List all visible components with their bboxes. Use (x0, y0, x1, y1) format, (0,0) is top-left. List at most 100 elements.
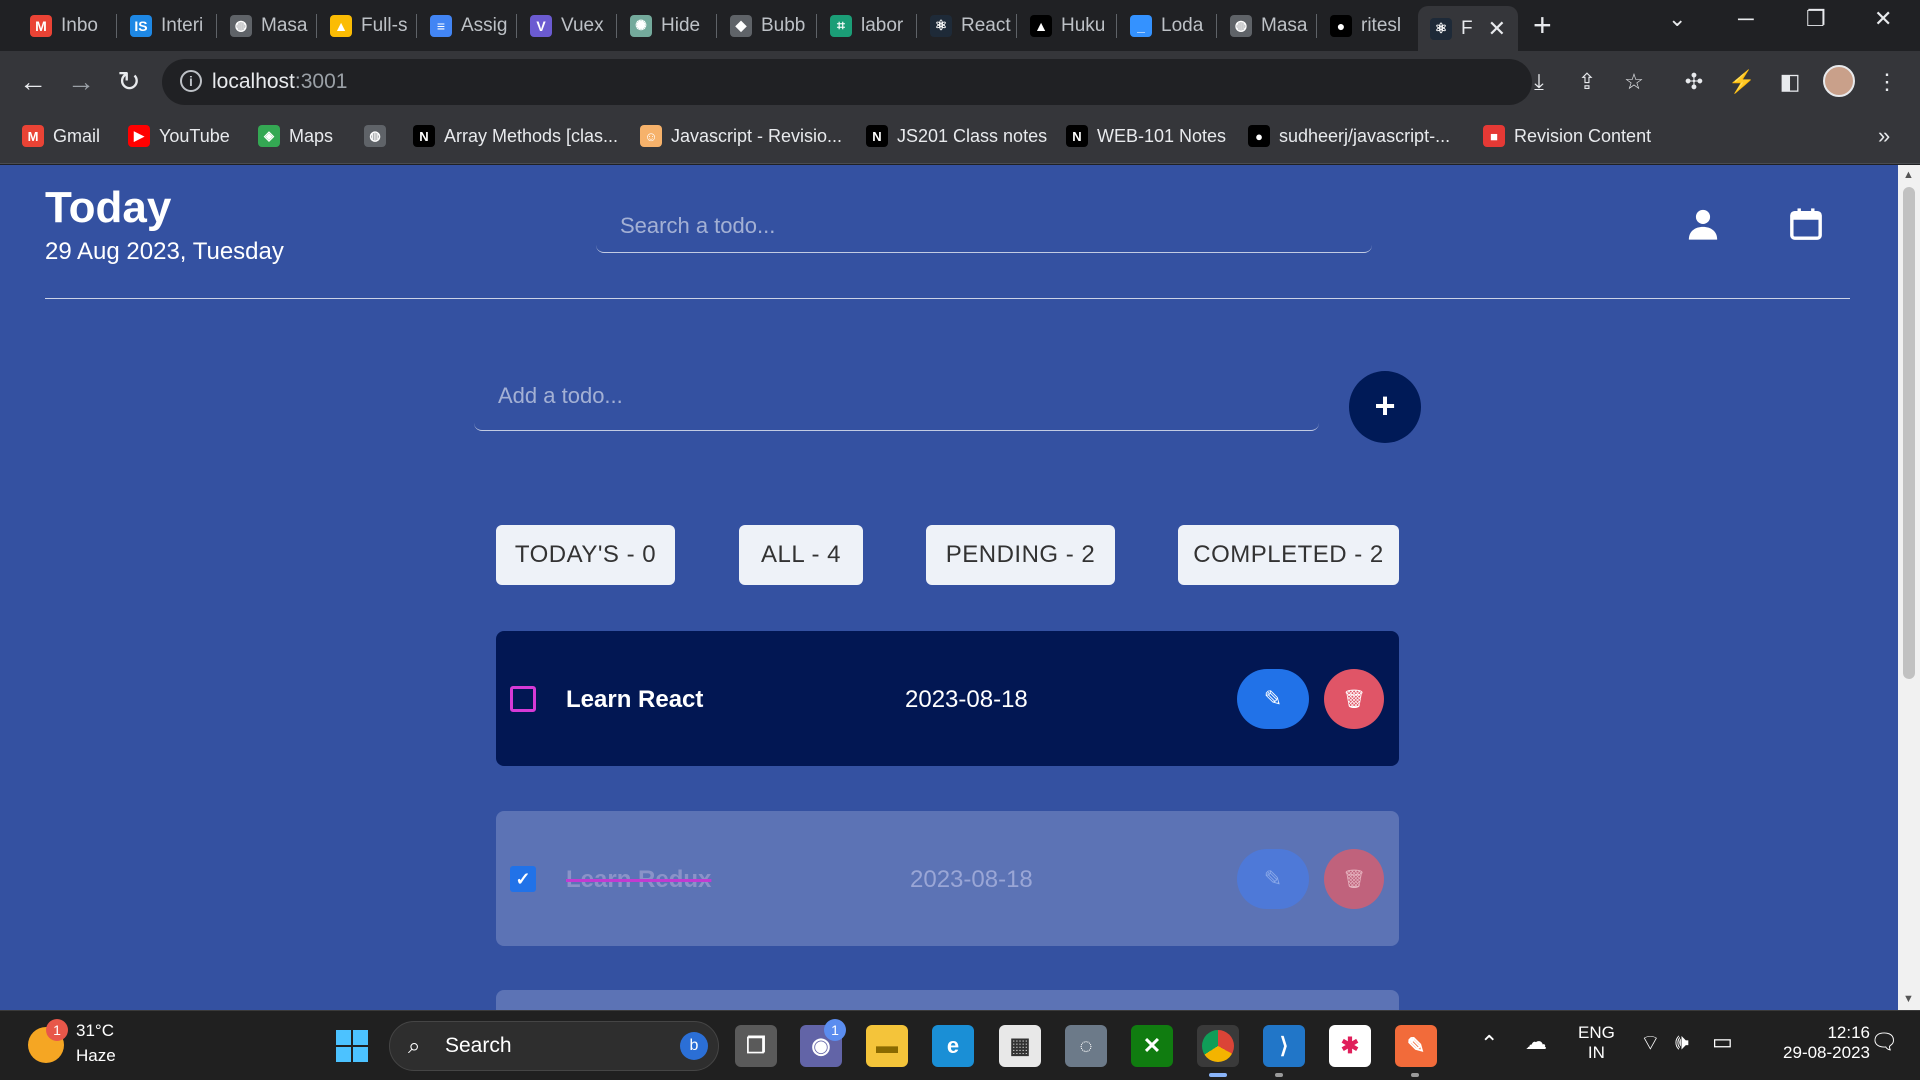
tab-7[interactable]: ◆ Bubb (718, 8, 814, 43)
file-explorer-icon[interactable]: ▬ (866, 1025, 908, 1067)
notion-icon: N (413, 125, 435, 147)
side-panel-icon[interactable]: ◧ (1773, 65, 1807, 99)
tab-11[interactable]: _ Loda (1118, 8, 1214, 43)
notifications-icon[interactable]: 🗨 (1870, 1029, 1898, 1055)
bookmark-0[interactable]: M Gmail (22, 125, 100, 147)
share-icon[interactable]: ⇪ (1570, 65, 1604, 99)
restore-button[interactable]: ❐ (1806, 6, 1826, 32)
scrollbar-thumb[interactable] (1903, 187, 1915, 679)
tab-3[interactable]: ▲ Full-s (318, 8, 414, 43)
bookmark-9[interactable]: ■ Revision Content (1483, 125, 1651, 147)
xbox-icon[interactable]: ✕ (1131, 1025, 1173, 1067)
app-icon[interactable]: ◌ (1065, 1025, 1107, 1067)
add-todo-button[interactable]: + (1349, 371, 1421, 443)
close-window-button[interactable]: ✕ (1874, 6, 1892, 32)
search-todo-field[interactable] (596, 205, 1372, 253)
user-icon[interactable] (1686, 207, 1720, 241)
filter-completed-button[interactable]: COMPLETED - 2 (1178, 525, 1399, 585)
tab-separator (1316, 14, 1317, 38)
bookmark-8[interactable]: ● sudheerj/javascript-... (1248, 125, 1450, 147)
site-info-icon[interactable]: i (180, 70, 202, 92)
add-todo-field[interactable] (474, 375, 1319, 431)
taskbar-search[interactable]: ⌕ Search b (389, 1021, 719, 1071)
wifi-icon[interactable]: ⌔ (1640, 1029, 1661, 1057)
chrome-menu-icon[interactable]: ⋮ (1870, 65, 1904, 99)
bookmark-star-icon[interactable]: ☆ (1617, 65, 1651, 99)
header-divider (45, 298, 1850, 299)
chrome-icon[interactable] (1197, 1025, 1239, 1067)
tab-2[interactable]: ◍ Masa (218, 8, 314, 43)
postman-icon[interactable]: ✎ (1395, 1025, 1437, 1067)
reload-button[interactable]: ↻ (110, 63, 148, 101)
tab-search-chevron-icon[interactable]: ⌄ (1668, 6, 1686, 32)
forward-button[interactable]: → (62, 63, 100, 101)
tab-label: Huku (1061, 14, 1106, 36)
todo-date: 2023-08-18 (910, 866, 1033, 893)
filter-all-button[interactable]: ALL - 4 (739, 525, 863, 585)
tab-6[interactable]: ✺ Hide (618, 8, 714, 43)
windows-start-icon[interactable] (331, 1025, 373, 1067)
vscode-icon[interactable]: ⟩ (1263, 1025, 1305, 1067)
delete-todo-button[interactable]: 🗑 (1324, 669, 1384, 729)
bing-icon[interactable]: b (680, 1032, 708, 1060)
tab-1[interactable]: IS Interi (118, 8, 214, 43)
edit-todo-button[interactable]: ✎ (1237, 669, 1309, 729)
slack-icon[interactable]: ✱ (1329, 1025, 1371, 1067)
tab-4[interactable]: ≡ Assig (418, 8, 514, 43)
performance-icon[interactable]: ⚡ (1725, 65, 1759, 99)
edit-todo-button[interactable]: ✎ (1237, 849, 1309, 909)
gmail-icon: M (22, 125, 44, 147)
filter-pending-button[interactable]: PENDING - 2 (926, 525, 1115, 585)
tab-10[interactable]: ▲ Huku (1018, 8, 1114, 43)
tab-label: Vuex (561, 14, 604, 36)
todo-checkbox[interactable] (510, 686, 536, 712)
chrome-running-indicator (1209, 1073, 1227, 1077)
bookmark-7[interactable]: N WEB-101 Notes (1066, 125, 1226, 147)
tab-12[interactable]: ◍ Masa (1218, 8, 1314, 43)
hidden-icons-chevron-icon[interactable]: ⌃ (1480, 1031, 1498, 1057)
clock[interactable]: 12:16 29-08-2023 (1760, 1023, 1870, 1063)
tab-8[interactable]: ⌗ labor (818, 8, 914, 43)
bookmark-2[interactable]: ◈ Maps (258, 125, 333, 147)
extensions-icon[interactable]: ✣ (1677, 65, 1711, 99)
calendar-icon[interactable] (1789, 207, 1823, 241)
tab-13[interactable]: ● ritesl (1318, 8, 1414, 43)
edit-icon: ✎ (1263, 686, 1283, 711)
more-bookmarks-chevron-icon[interactable]: » (1878, 123, 1890, 149)
language-indicator[interactable]: ENG IN (1578, 1023, 1615, 1063)
address-bar[interactable]: i localhost:3001 (162, 59, 1532, 105)
bookmark-3[interactable]: ◍ (364, 125, 386, 147)
install-app-icon[interactable]: ⤓ (1522, 65, 1556, 99)
filter-todays-button[interactable]: TODAY'S - 0 (496, 525, 675, 585)
tab-5[interactable]: V Vuex (518, 8, 614, 43)
minimize-button[interactable]: ─ (1738, 6, 1754, 32)
bookmark-5[interactable]: ☺ Javascript - Revisio... (640, 125, 842, 147)
profile-avatar[interactable] (1823, 65, 1855, 97)
todo-checkbox-checked[interactable]: ✓ (510, 866, 536, 892)
bookmark-6[interactable]: N JS201 Class notes (866, 125, 1047, 147)
scroll-down-arrow-icon[interactable]: ▼ (1903, 993, 1914, 1005)
back-button[interactable]: ← (14, 63, 52, 101)
edge-icon[interactable]: e (932, 1025, 974, 1067)
temperature[interactable]: 31°C (76, 1021, 114, 1041)
battery-icon[interactable]: ▭ (1712, 1029, 1733, 1055)
weather-condition[interactable]: Haze (76, 1046, 116, 1066)
new-tab-button[interactable]: + (1533, 8, 1552, 42)
drive-icon: ▲ (330, 14, 352, 37)
bookmark-4[interactable]: N Array Methods [clas... (413, 125, 618, 147)
microsoft-store-icon[interactable]: ▦ (999, 1025, 1041, 1067)
add-todo-input[interactable] (474, 375, 1319, 417)
globe-icon: ◍ (1230, 14, 1252, 37)
tab-0[interactable]: M Inbo (18, 8, 114, 43)
bookmark-1[interactable]: ▶ YouTube (128, 125, 230, 147)
onedrive-icon[interactable]: ☁ (1525, 1029, 1547, 1055)
search-input[interactable] (596, 205, 1372, 247)
scroll-up-arrow-icon[interactable]: ▲ (1903, 169, 1914, 181)
volume-icon[interactable]: 🕪 (1675, 1029, 1689, 1055)
close-tab-icon[interactable]: ✕ (1488, 16, 1506, 42)
task-view-icon[interactable]: ❐ (735, 1025, 777, 1067)
delete-todo-button[interactable]: 🗑 (1324, 849, 1384, 909)
page-scrollbar[interactable]: ▲ ▼ (1898, 165, 1920, 1010)
tab-14[interactable]: ⚛ F ✕ (1418, 6, 1518, 51)
tab-9[interactable]: ⚛ React (918, 8, 1014, 43)
